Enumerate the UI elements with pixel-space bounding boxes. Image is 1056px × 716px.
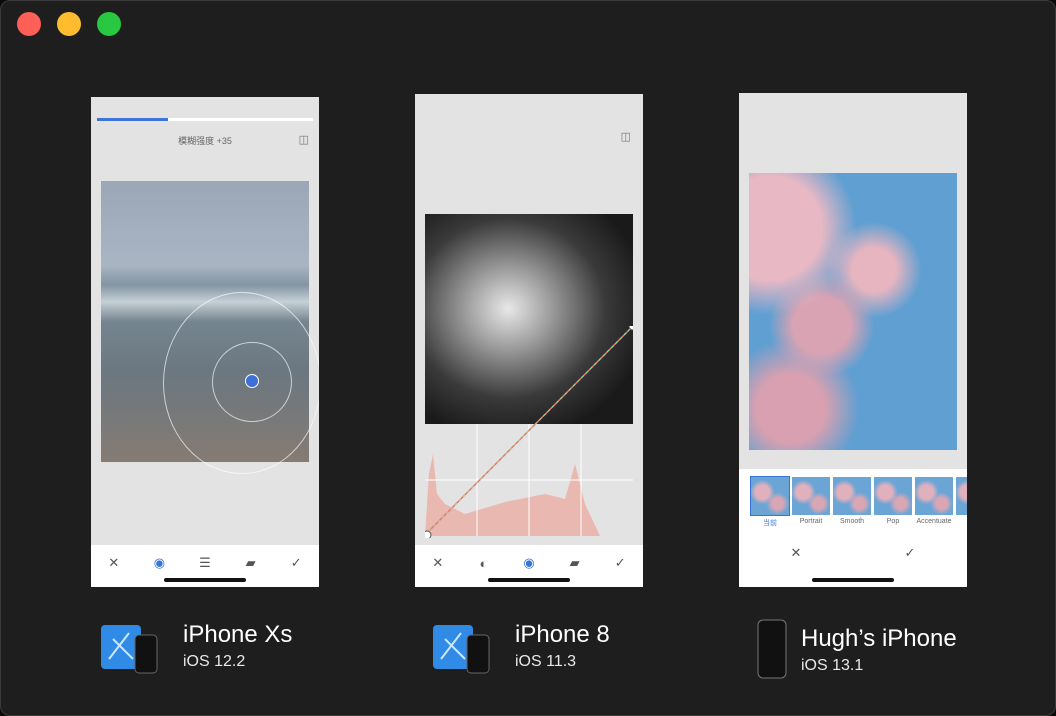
- eraser-icon[interactable]: ▰: [564, 555, 586, 571]
- curve-overlay[interactable]: [425, 326, 633, 538]
- filter-label: 当前: [763, 520, 777, 527]
- minimize-window-button[interactable]: [57, 12, 81, 36]
- cherry-blossom-photo[interactable]: [749, 173, 957, 450]
- filter-label: Fa: [956, 518, 967, 525]
- checkmark-icon[interactable]: ✓: [899, 545, 921, 561]
- filter-smooth[interactable]: Smooth: [833, 477, 871, 525]
- focus-center-handle[interactable]: [245, 374, 259, 388]
- close-icon[interactable]: ✕: [427, 555, 449, 571]
- adjust-sliders-icon[interactable]: ☰: [194, 555, 216, 571]
- device-name: iPhone 8: [515, 621, 610, 648]
- compare-icon[interactable]: ◫: [621, 130, 631, 143]
- filter-accentuate[interactable]: Accentuate: [915, 477, 953, 525]
- home-indicator[interactable]: [164, 578, 246, 582]
- eye-icon[interactable]: ◉: [518, 555, 540, 571]
- filter-thumbnail: [833, 477, 871, 515]
- progress-fill: [97, 118, 169, 121]
- close-icon[interactable]: ✕: [103, 555, 125, 571]
- filter-faded[interactable]: Fa: [956, 477, 967, 525]
- device-screen-hughs-iphone[interactable]: 当前 Portrait Smooth Pop Accentuate Fa: [739, 93, 967, 587]
- filter-thumbnail: [750, 476, 790, 516]
- filter-label: Pop: [886, 518, 900, 525]
- filter-portrait[interactable]: Portrait: [792, 477, 830, 525]
- filter-thumbnail: [874, 477, 912, 515]
- filter-pop[interactable]: Pop: [874, 477, 912, 525]
- close-window-button[interactable]: [17, 12, 41, 36]
- iphone-device-icon: [757, 619, 787, 679]
- device-os: iOS 11.3: [515, 653, 577, 670]
- filter-thumbnail: [792, 477, 830, 515]
- filter-current[interactable]: 当前: [750, 476, 790, 528]
- filter-strip: 当前 Portrait Smooth Pop Accentuate Fa: [739, 469, 967, 531]
- blur-strength-label: 模糊强度 +35: [178, 136, 232, 146]
- filter-label: Accentuate: [916, 518, 952, 525]
- device-name: Hugh’s iPhone: [801, 625, 957, 652]
- beach-photo[interactable]: [101, 181, 319, 474]
- curve-handle-bottom: [425, 530, 432, 538]
- filter-label: Portrait: [799, 518, 823, 525]
- focus-icon[interactable]: ◉: [148, 555, 170, 571]
- compare-icon[interactable]: ◫: [299, 133, 309, 146]
- blur-strength-progress: [97, 118, 313, 121]
- device-os: iOS 12.2: [183, 653, 246, 670]
- maximize-window-button[interactable]: [97, 12, 121, 36]
- filter-label: Smooth: [839, 518, 865, 525]
- device-screen-iphone-xs[interactable]: 模糊强度 +35 ◫ ✕ ◉ ☰ ▰ ✓: [91, 97, 319, 587]
- filter-thumbnail: [915, 477, 953, 515]
- device-name: iPhone Xs: [183, 621, 293, 648]
- home-indicator[interactable]: [812, 578, 894, 582]
- device-screen-iphone-8[interactable]: ◫ ✕ ◐ ◉ ▰ ✓: [415, 94, 643, 587]
- xcode-simulator-icon: [433, 625, 490, 674]
- xcode-simulator-icon: [101, 625, 158, 674]
- filter-thumbnail: [956, 477, 967, 515]
- close-icon[interactable]: ✕: [785, 545, 807, 561]
- device-os: iOS 13.1: [801, 657, 864, 674]
- home-indicator[interactable]: [488, 578, 570, 582]
- simulator-window: 模糊强度 +35 ◫ ✕ ◉ ☰ ▰ ✓ ◫ ✕ ◐ ◉ ▰ ✓ 当前 Port…: [0, 0, 1056, 716]
- checkmark-icon[interactable]: ✓: [609, 555, 631, 571]
- eraser-icon[interactable]: ▰: [240, 555, 262, 571]
- checkmark-icon[interactable]: ✓: [285, 555, 307, 571]
- tone-icon[interactable]: ◐: [472, 556, 494, 571]
